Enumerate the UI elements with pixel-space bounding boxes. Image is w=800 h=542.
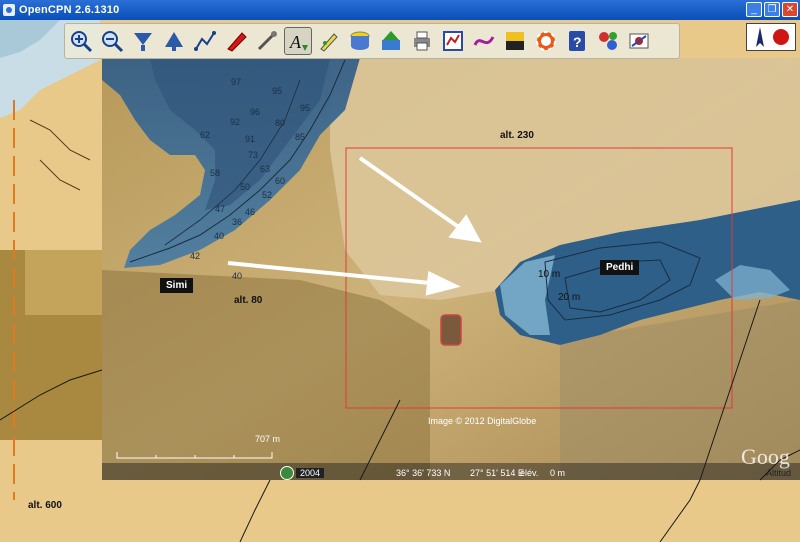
route-icon [194, 31, 216, 51]
scale-down-button[interactable] [129, 27, 157, 55]
print-icon [414, 31, 430, 51]
enc-land-band-inner [25, 250, 102, 315]
depth-sounding: 92 [230, 117, 241, 127]
depth-sounding: 60 [275, 176, 286, 186]
elevation-label: élév. [520, 468, 539, 478]
close-button[interactable]: ✕ [782, 2, 798, 17]
title-bar: OpenCPN 2.6.1310 _ ❐ ✕ [0, 0, 800, 20]
ownship-button[interactable] [222, 27, 250, 55]
color-scheme-icon [506, 32, 524, 50]
zoom-in-button[interactable] [67, 27, 95, 55]
depth-label-20m: 20 m [558, 292, 581, 303]
current-icon [382, 31, 400, 50]
depth-sounding: 40 [232, 271, 243, 281]
track-icon [473, 36, 495, 46]
chart-tool-icon [629, 33, 649, 49]
chart-tool-button[interactable] [625, 27, 653, 55]
settings-icon [257, 31, 277, 51]
ge-status-bar [102, 463, 800, 480]
depth-sounding: 63 [260, 164, 271, 174]
route-manager-icon [443, 31, 463, 51]
depth-sounding: 40 [214, 231, 225, 241]
depth-sounding: 46 [245, 207, 256, 217]
plugin-icon [599, 32, 617, 50]
depth-sounding: 95 [272, 86, 283, 96]
elevation-value: 0 m [550, 468, 566, 478]
window-title: OpenCPN 2.6.1310 [19, 4, 120, 16]
route-button[interactable] [191, 27, 219, 55]
depth-sounding: 58 [210, 168, 221, 178]
svg-text:A: A [289, 32, 302, 52]
ownship-icon [227, 32, 247, 52]
depth-sounding: 95 [300, 103, 311, 113]
chart-graphics [0, 20, 800, 542]
altitude-label-80: alt. 80 [234, 295, 263, 306]
current-button[interactable] [377, 27, 405, 55]
color-scheme-button[interactable] [501, 27, 529, 55]
image-credit: Image © 2012 DigitalGlobe [428, 416, 537, 426]
depth-sounding: 91 [245, 134, 256, 144]
place-label-pedhi: Pedhi [600, 260, 640, 275]
pond [440, 314, 462, 346]
depth-sounding: 52 [262, 190, 273, 200]
depth-sounding: 73 [248, 150, 259, 160]
north-up-indicator[interactable] [746, 23, 796, 51]
zoom-out-button[interactable] [98, 27, 126, 55]
route-manager-button[interactable] [439, 27, 467, 55]
scale-bar-label: 707 m [255, 434, 281, 444]
scale-up-button[interactable] [160, 27, 188, 55]
depth-sounding: 36 [232, 217, 243, 227]
text-annotation-button[interactable]: A [284, 27, 312, 55]
longitude-readout: 27° 51' 514 E [470, 468, 524, 478]
depth-sounding: 80 [275, 118, 286, 128]
text-annotation-icon: A [289, 32, 308, 52]
compass-icon [756, 27, 789, 47]
print-button[interactable] [408, 27, 436, 55]
mob-button[interactable] [532, 27, 560, 55]
app-icon [3, 4, 15, 16]
depth-label-10m: 10 m [538, 269, 561, 280]
minimize-button[interactable]: _ [746, 2, 762, 17]
chart-canvas[interactable]: 97 95 96 92 95 80 62 91 85 73 63 60 58 5… [0, 20, 800, 542]
scale-up-icon [165, 32, 183, 51]
tide-button[interactable] [346, 27, 374, 55]
track-button[interactable] [470, 27, 498, 55]
depth-sounding: 96 [250, 107, 261, 117]
mob-icon [536, 31, 556, 51]
svg-text:?: ? [573, 34, 582, 50]
depth-sounding: 97 [231, 77, 242, 87]
restore-button[interactable]: ❐ [764, 2, 780, 17]
scale-down-icon [134, 33, 152, 51]
settings-button[interactable] [253, 27, 281, 55]
zoom-in-icon [71, 31, 93, 53]
pencil-button[interactable] [315, 27, 343, 55]
google-logo: Goog [741, 444, 790, 469]
latitude-readout: 36° 36' 733 N [396, 468, 451, 478]
place-label-simi: Simi [160, 278, 194, 293]
help-icon: ? [569, 31, 585, 51]
depth-sounding: 47 [215, 204, 226, 214]
main-toolbar: A? [64, 23, 680, 59]
depth-sounding: 85 [295, 132, 306, 142]
zoom-out-icon [102, 31, 124, 53]
depth-sounding: 42 [190, 251, 201, 261]
tide-icon [350, 31, 370, 50]
depth-sounding: 62 [200, 130, 211, 140]
pencil-icon [320, 33, 338, 52]
altitude-label-600: alt. 600 [28, 500, 62, 511]
plugin-button[interactable] [594, 27, 622, 55]
vegetated-land [102, 270, 430, 480]
help-button[interactable]: ? [563, 27, 591, 55]
imagery-year: 2004 [296, 468, 325, 478]
historical-imagery-icon[interactable] [280, 466, 294, 480]
altitude-label-230: alt. 230 [500, 130, 534, 141]
depth-sounding: 50 [240, 182, 251, 192]
